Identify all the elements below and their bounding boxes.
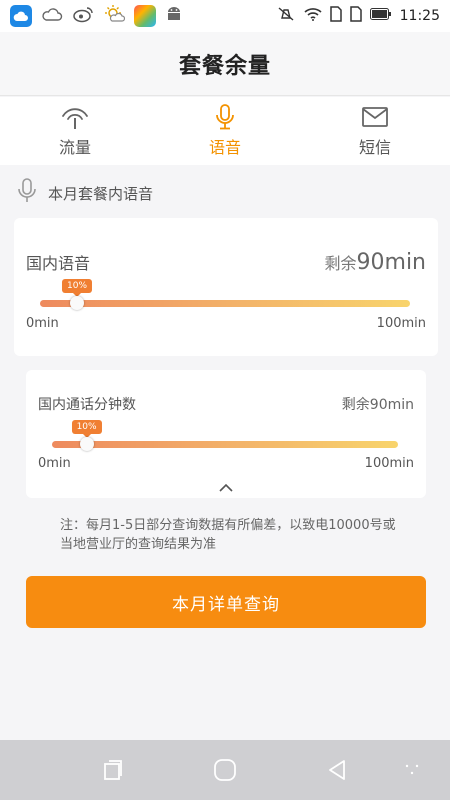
remaining-prefix: 剩余 [324, 254, 357, 273]
remaining-amount: 剩余90min [342, 394, 414, 414]
page-title: 套餐余量 [178, 53, 271, 79]
tab-data-label: 流量 [58, 138, 91, 157]
system-status: 11:25 [276, 6, 440, 26]
weather-icon [41, 6, 63, 26]
sim-icon [329, 6, 342, 26]
remaining-value: 90min [369, 397, 414, 413]
microphone-icon [18, 178, 36, 208]
app-store-icon [134, 5, 156, 27]
section-title: 本月套餐内语音 [48, 184, 154, 203]
cloud-app-icon [10, 5, 32, 27]
tab-bar: 流量 语音 短信 [0, 97, 450, 165]
usage-card-domestic-minutes: 国内通话分钟数 剩余90min 10% 0min 100min [26, 370, 426, 498]
tab-sms[interactable]: 短信 [300, 97, 450, 165]
menu-dots-icon[interactable] [400, 758, 424, 782]
usage-label: 国内通话分钟数 [38, 397, 136, 413]
tab-voice[interactable]: 语音 [150, 97, 300, 165]
scale-min: 0min [38, 456, 71, 471]
home-icon[interactable] [213, 758, 237, 782]
usage-percent-tag: 10% [61, 279, 93, 297]
remaining-value: 90min [356, 250, 426, 275]
usage-card-header: 国内通话分钟数 剩余90min [38, 394, 414, 414]
scale-min: 0min [26, 316, 59, 331]
usage-progress-bar: 10% [52, 420, 398, 451]
monthly-detail-query-button[interactable]: 本月详单查询 [26, 576, 426, 628]
scale-max: 100min [364, 456, 414, 471]
disclaimer-note: 注：每月1-5日部分查询数据有所偏差，以致电10000号或当地营业厅的查询结果为… [60, 518, 396, 552]
signal-icon [60, 104, 90, 130]
envelope-icon [360, 104, 390, 130]
chevron-up-icon [218, 478, 234, 497]
recent-apps-icon[interactable] [101, 758, 125, 782]
tab-voice-label: 语音 [208, 138, 241, 157]
usage-scale: 0min 100min [26, 316, 426, 331]
notification-icons [10, 4, 183, 28]
progress-knob [70, 296, 84, 310]
sim-icon [349, 6, 362, 26]
usage-scale: 0min 100min [38, 456, 414, 471]
back-icon[interactable] [325, 758, 349, 782]
usage-progress-bar: 10% [40, 279, 410, 310]
mute-vibrate-icon [276, 6, 296, 26]
clock: 11:25 [399, 8, 440, 24]
title-bar: 套餐余量 [0, 32, 450, 96]
collapse-button[interactable] [214, 480, 238, 494]
section-header: 本月套餐内语音 [18, 178, 153, 208]
wifi-icon [304, 7, 322, 25]
usage-label: 国内语音 [26, 254, 91, 273]
scale-max: 100min [376, 316, 426, 331]
remaining-amount: 剩余90min [325, 250, 427, 275]
status-bar: 11:25 [0, 0, 450, 32]
remaining-prefix: 剩余 [341, 397, 370, 413]
usage-card-domestic-voice: 国内语音 剩余90min 10% 0min 100min [14, 218, 438, 356]
usage-card-header: 国内语音 剩余90min [26, 250, 426, 275]
sun-icon [103, 4, 126, 28]
progress-knob [79, 437, 94, 451]
navigation-bar [0, 740, 450, 800]
tab-data[interactable]: 流量 [0, 97, 150, 165]
android-icon [165, 5, 183, 27]
microphone-icon [210, 104, 240, 130]
weibo-icon [72, 5, 94, 27]
battery-icon [369, 8, 392, 24]
tab-sms-label: 短信 [358, 138, 391, 157]
usage-percent-tag: 10% [71, 420, 102, 438]
